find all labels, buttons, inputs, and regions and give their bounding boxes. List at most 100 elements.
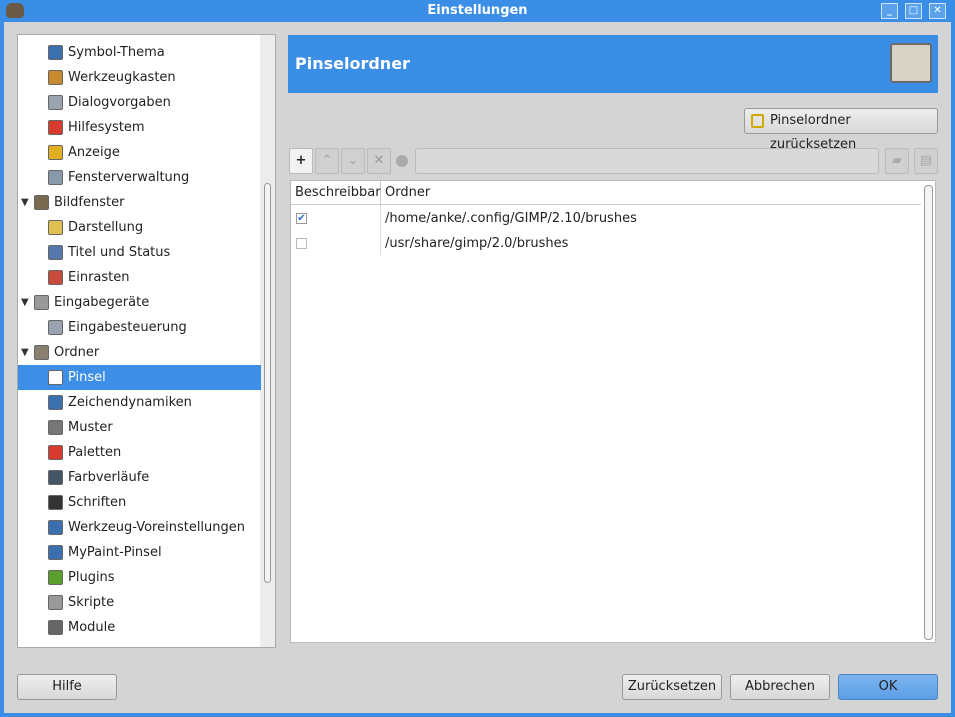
maximize-button[interactable]: □ (905, 3, 922, 19)
sidebar-item-label: Zeichendynamiken (68, 395, 192, 410)
writable-checkbox[interactable]: ✔ (296, 213, 307, 224)
sidebar-item[interactable]: Darstellung (18, 215, 261, 240)
sidebar-item[interactable]: Schriften (18, 490, 261, 515)
category-icon (48, 270, 63, 285)
sidebar-item[interactable]: ▼ Bildfenster (18, 190, 261, 215)
sidebar-item-label: Paletten (68, 445, 122, 460)
gimp-icon (6, 3, 24, 18)
folder-options-button[interactable]: ▤ (914, 148, 938, 174)
category-icon (48, 595, 63, 610)
sidebar-item[interactable]: Muster (18, 415, 261, 440)
sidebar-item[interactable]: Skripte (18, 590, 261, 615)
sidebar-item[interactable]: Eingabesteuerung (18, 315, 261, 340)
status-dot-icon (396, 155, 408, 167)
category-icon (48, 470, 63, 485)
category-icon (48, 420, 63, 435)
sidebar-item[interactable]: Symbol-Thema (18, 40, 261, 65)
reset-icon (751, 114, 764, 128)
category-icon (48, 445, 63, 460)
sidebar-item[interactable]: Werkzeugkasten (18, 65, 261, 90)
chevron-up-icon: ⌃ (321, 153, 333, 168)
window-title: Einstellungen (427, 3, 528, 18)
sidebar-item[interactable]: Einrasten (18, 265, 261, 290)
sidebar-item-label: Einrasten (68, 270, 130, 285)
sidebar-item[interactable]: Module (18, 615, 261, 640)
sidebar-item-label: Schriften (68, 495, 127, 510)
folder-path-input[interactable] (415, 148, 879, 174)
category-icon (48, 145, 63, 160)
new-folder-button[interactable]: + (289, 148, 313, 174)
list-scrollbar[interactable] (924, 185, 933, 640)
sidebar-item[interactable]: Dialogvorgaben (18, 90, 261, 115)
expander-arrow-icon[interactable]: ▼ (21, 290, 29, 315)
folder-path: /usr/share/gimp/2.0/brushes (385, 236, 569, 251)
category-icon (34, 345, 49, 360)
sidebar-item[interactable]: MyPaint-Pinsel (18, 540, 261, 565)
page-header: Pinselordner (288, 35, 938, 93)
category-icon (48, 370, 63, 385)
sidebar-item[interactable]: ▼ Ordner (18, 340, 261, 365)
delete-folder-button[interactable]: ✕ (367, 148, 391, 174)
sidebar-item[interactable]: Titel und Status (18, 240, 261, 265)
sidebar-item[interactable]: ▼ Eingabegeräte (18, 290, 261, 315)
sidebar-item[interactable]: Fensterverwaltung (18, 165, 261, 190)
help-button[interactable]: Hilfe (17, 674, 117, 700)
table-row[interactable]: /usr/share/gimp/2.0/brushes (291, 231, 921, 256)
sidebar-item-label: MyPaint-Pinsel (68, 545, 162, 560)
sidebar-item[interactable]: Hilfesystem (18, 115, 261, 140)
sidebar-item-label: Eingabesteuerung (68, 320, 187, 335)
category-icon (48, 45, 63, 60)
sidebar-item[interactable]: Plugins (18, 565, 261, 590)
expander-arrow-icon[interactable]: ▼ (21, 190, 29, 215)
sidebar-item-label: Eingabegeräte (54, 295, 150, 310)
sidebar-item-label: Bildfenster (54, 195, 125, 210)
category-icon (48, 620, 63, 635)
writable-checkbox[interactable] (296, 238, 307, 249)
move-up-button[interactable]: ⌃ (315, 148, 339, 174)
category-icon (48, 320, 63, 335)
category-icon (48, 545, 63, 560)
column-header-writable[interactable]: Beschreibbar (291, 181, 381, 205)
cancel-button[interactable]: Abbrechen (730, 674, 830, 700)
scrollbar-thumb[interactable] (264, 183, 271, 583)
category-icon (48, 395, 63, 410)
reset-brush-folders-button[interactable]: Pinselordner zurücksetzen (744, 108, 938, 152)
category-icon (48, 120, 63, 135)
sidebar-item[interactable]: Paletten (18, 440, 261, 465)
category-icon (48, 245, 63, 260)
ok-button[interactable]: OK (838, 674, 938, 700)
tree-scrollbar[interactable] (260, 35, 275, 647)
close-button[interactable]: ✕ (929, 3, 946, 19)
folder-list[interactable]: Beschreibbar Ordner ✔ /home/anke/.config… (290, 180, 936, 643)
sidebar-item-label: Symbol-Thema (68, 45, 165, 60)
sidebar-item[interactable]: Farbverläufe (18, 465, 261, 490)
sidebar-item-label: Muster (68, 420, 113, 435)
reset-brush-folders-label: Pinselordner zurücksetzen (770, 113, 857, 152)
table-row[interactable]: ✔ /home/anke/.config/GIMP/2.10/brushes (291, 206, 921, 231)
reset-button[interactable]: Zurücksetzen (622, 674, 722, 700)
sidebar-item-label: Plugins (68, 570, 115, 585)
sidebar-item[interactable]: Pinsel (18, 365, 261, 390)
sidebar-item[interactable]: Werkzeug-Voreinstellungen (18, 515, 261, 540)
category-icon (34, 295, 49, 310)
new-file-icon: + (295, 153, 307, 168)
sidebar-item[interactable]: Zeichendynamiken (18, 390, 261, 415)
expander-arrow-icon[interactable]: ▼ (21, 340, 29, 365)
sidebar-item-label: Titel und Status (68, 245, 171, 260)
sidebar-item-label: Ordner (54, 345, 100, 360)
category-icon (48, 220, 63, 235)
sidebar-item-label: Anzeige (68, 145, 120, 160)
category-icon (48, 70, 63, 85)
page-title: Pinselordner (295, 54, 410, 73)
sidebar-item-label: Darstellung (68, 220, 144, 235)
minimize-button[interactable]: _ (881, 3, 898, 19)
sidebar-item-label: Skripte (68, 595, 115, 610)
filing-cabinet-icon: ▤ (919, 153, 933, 168)
sidebar-item-label: Fensterverwaltung (68, 170, 190, 185)
sidebar-item-label: Werkzeug-Voreinstellungen (68, 520, 246, 535)
sidebar-item[interactable]: Anzeige (18, 140, 261, 165)
category-tree[interactable]: Symbol-Thema Werkzeugkasten Dialogvorgaben… (17, 34, 276, 648)
browse-folder-button[interactable]: ▰ (885, 148, 909, 174)
move-down-button[interactable]: ⌄ (341, 148, 365, 174)
column-header-folder[interactable]: Ordner (381, 181, 921, 205)
